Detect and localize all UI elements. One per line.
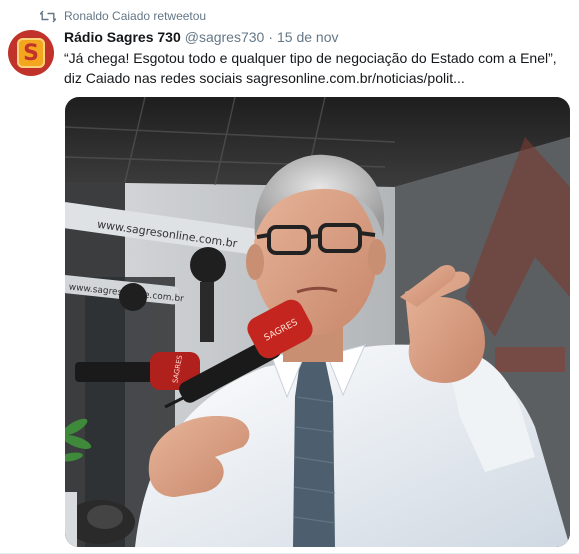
tweet-media-photo[interactable]: www.sagresonline.com.br www.sagresonline… (65, 97, 570, 547)
tweet-header: Rádio Sagres 730 @sagres730 · 15 de nov (64, 28, 339, 46)
tweet-date[interactable]: 15 de nov (277, 29, 339, 45)
retweet-label[interactable]: Ronaldo Caiado retweetou (64, 9, 206, 23)
user-handle[interactable]: @sagres730 (185, 29, 265, 45)
tweet[interactable]: Ronaldo Caiado retweetou S Rádio Sagres … (0, 0, 579, 554)
avatar-logo: S (17, 38, 45, 68)
retweet-icon (40, 10, 56, 23)
display-name[interactable]: Rádio Sagres 730 (64, 29, 181, 45)
avatar-letter: S (23, 40, 39, 66)
separator-dot: · (268, 29, 273, 45)
tweet-link[interactable]: sagresonline.com.br/noticias/polit... (246, 70, 465, 86)
avatar[interactable]: S (8, 30, 54, 76)
tweet-text: “Já chega! Esgotou todo e qualquer tipo … (64, 48, 572, 88)
photo-studio-scene: www.sagresonline.com.br www.sagresonline… (65, 97, 570, 547)
retweet-context: Ronaldo Caiado retweetou (40, 8, 206, 24)
